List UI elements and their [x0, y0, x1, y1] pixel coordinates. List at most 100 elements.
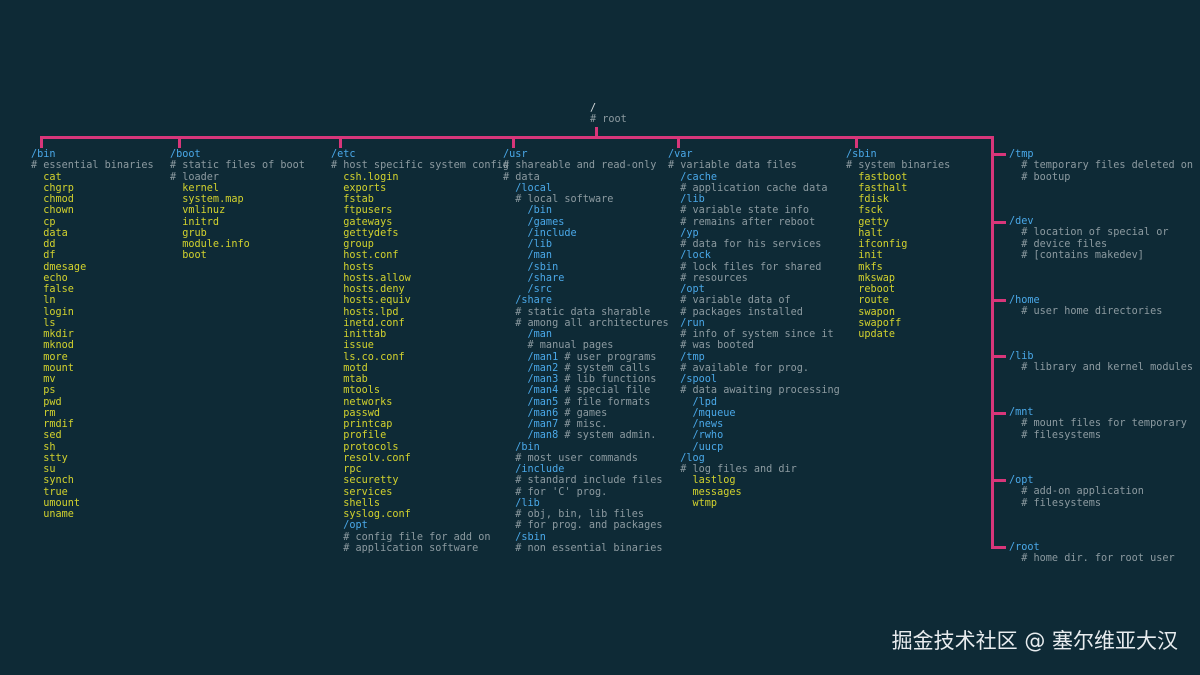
file-entry: vmlinuz	[170, 205, 226, 217]
file-entry: df	[31, 250, 56, 262]
directory-entry: /uucp	[668, 441, 724, 453]
file-entry: motd	[331, 362, 368, 374]
directory-entry: /opt	[1009, 475, 1034, 486]
file-entry: system.map	[170, 194, 244, 205]
man-section-entry: /man5 # file formats	[503, 397, 669, 408]
right-dir-home: /home # user home directories	[1009, 295, 1162, 318]
comment-line: # data awaiting processing	[668, 385, 840, 397]
directory-entry: /run	[668, 317, 705, 329]
comment-line: # user home directories	[1009, 306, 1163, 318]
comment-line: # [contains makedev]	[1009, 249, 1144, 261]
file-entry: chown	[31, 205, 74, 217]
directory-entry: /lib	[668, 194, 705, 205]
file-entry: rm	[31, 407, 56, 419]
directory-entry: /cache	[668, 171, 718, 183]
file-entry: inetd.conf	[331, 317, 405, 329]
directory-entry: /mqueue	[668, 407, 736, 419]
file-entry: boot	[170, 250, 207, 262]
directory-entry: /lib	[503, 239, 553, 250]
comment-line: # remains after reboot	[668, 216, 816, 228]
directory-entry: /man2	[503, 362, 559, 374]
comment-line: # data	[503, 171, 540, 183]
comment-line: # standard include files	[503, 475, 663, 487]
comment-line: # home dir. for root user	[1009, 553, 1175, 565]
file-entry: false	[31, 284, 74, 295]
comment-line: # library and kernel modules	[1009, 362, 1194, 374]
file-entry: umount	[31, 497, 81, 509]
branch-tick-home	[991, 299, 1006, 302]
directory-entry: /man7	[503, 419, 559, 430]
file-entry: more	[31, 351, 68, 363]
file-entry: login	[31, 306, 74, 318]
comment-line: # most user commands	[503, 452, 638, 464]
comment-line: # variable state info	[668, 205, 810, 217]
comment-line: # file formats	[558, 396, 651, 408]
right-dir-opt: /opt # add-on application # filesystems	[1009, 475, 1144, 509]
file-entry: ln	[31, 295, 56, 307]
file-entry: cat	[31, 171, 62, 183]
file-entry: hosts.deny	[331, 284, 405, 295]
file-entry: ls.co.conf	[331, 351, 405, 363]
directory-entry: /man4	[503, 385, 559, 397]
column-boot: /boot # static files of boot # loader kern…	[170, 149, 305, 262]
directory-entry: /news	[668, 419, 724, 430]
directory-entry: /bin	[503, 205, 553, 217]
directory-entry: /games	[503, 216, 565, 228]
file-entry: profile	[331, 430, 387, 442]
directory-entry: /opt	[668, 284, 705, 295]
file-entry: reboot	[846, 284, 896, 295]
comment-line: # available for prog.	[668, 362, 810, 374]
column-sbin: /sbin # system binaries fastboot fasthalt…	[846, 149, 950, 340]
file-entry: mtools	[331, 385, 381, 397]
column-usr: /usr # shareable and read-only # data /loc…	[503, 149, 669, 554]
file-entry: swapoff	[846, 317, 902, 329]
directory-entry: /dev	[1009, 216, 1034, 227]
directory-entry: /rwho	[668, 430, 724, 442]
comment-line: # loader	[170, 171, 220, 183]
directory-entry: /log	[668, 452, 705, 464]
file-entry: securetty	[331, 475, 399, 487]
directory-entry: /tmp	[1009, 149, 1034, 160]
directory-entry: /man1	[503, 351, 559, 363]
man-section-entry: /man2 # system calls	[503, 363, 669, 374]
comment-line: # system admin.	[558, 430, 657, 442]
file-entry: dd	[31, 239, 56, 250]
comment-line: # variable data of	[668, 295, 791, 307]
file-entry: wtmp	[668, 497, 718, 509]
comment-line: # bootup	[1009, 171, 1071, 183]
branch-tick-root	[991, 546, 1006, 549]
column-bin: /bin # essential binaries cat chgrp chmod…	[31, 149, 154, 520]
file-entry: syslog.conf	[331, 509, 411, 520]
file-entry: hosts.allow	[331, 272, 411, 284]
file-entry: networks	[331, 396, 393, 408]
comment-line: # manual pages	[503, 340, 614, 352]
file-entry: ftpusers	[331, 205, 393, 217]
comment-line: # packages installed	[668, 306, 803, 318]
directory-entry: /root	[1009, 542, 1040, 553]
directory-entry: /etc	[331, 149, 356, 160]
directory-entry: /src	[503, 284, 553, 295]
comment-line: # mount files for temporary	[1009, 418, 1187, 430]
file-entry: lastlog	[668, 475, 736, 487]
file-entry: init	[846, 250, 883, 262]
watermark-text: 掘金技术社区 @ 塞尔维亚大汉	[891, 629, 1178, 653]
file-entry: mkdir	[31, 329, 74, 340]
file-entry: mkswap	[846, 272, 896, 284]
directory-entry: /usr	[503, 149, 528, 160]
directory-entry: /lock	[668, 250, 711, 262]
directory-entry: /opt	[331, 520, 368, 532]
comment-line: # system calls	[558, 362, 651, 374]
comment-line: # misc.	[558, 419, 608, 430]
man-section-entry: /man3 # lib functions	[503, 374, 669, 385]
file-entry: messages	[668, 486, 742, 498]
directory-entry: /var	[668, 149, 693, 160]
directory-entry: /bin	[503, 441, 540, 453]
file-entry: issue	[331, 340, 374, 352]
root-node-name: /	[590, 103, 597, 114]
file-entry: gateways	[331, 216, 393, 228]
file-entry: inittab	[331, 329, 387, 340]
file-entry: services	[331, 486, 393, 498]
tree-horizontal-branch	[40, 136, 994, 139]
file-entry: halt	[846, 227, 883, 239]
file-entry: fstab	[331, 194, 374, 205]
